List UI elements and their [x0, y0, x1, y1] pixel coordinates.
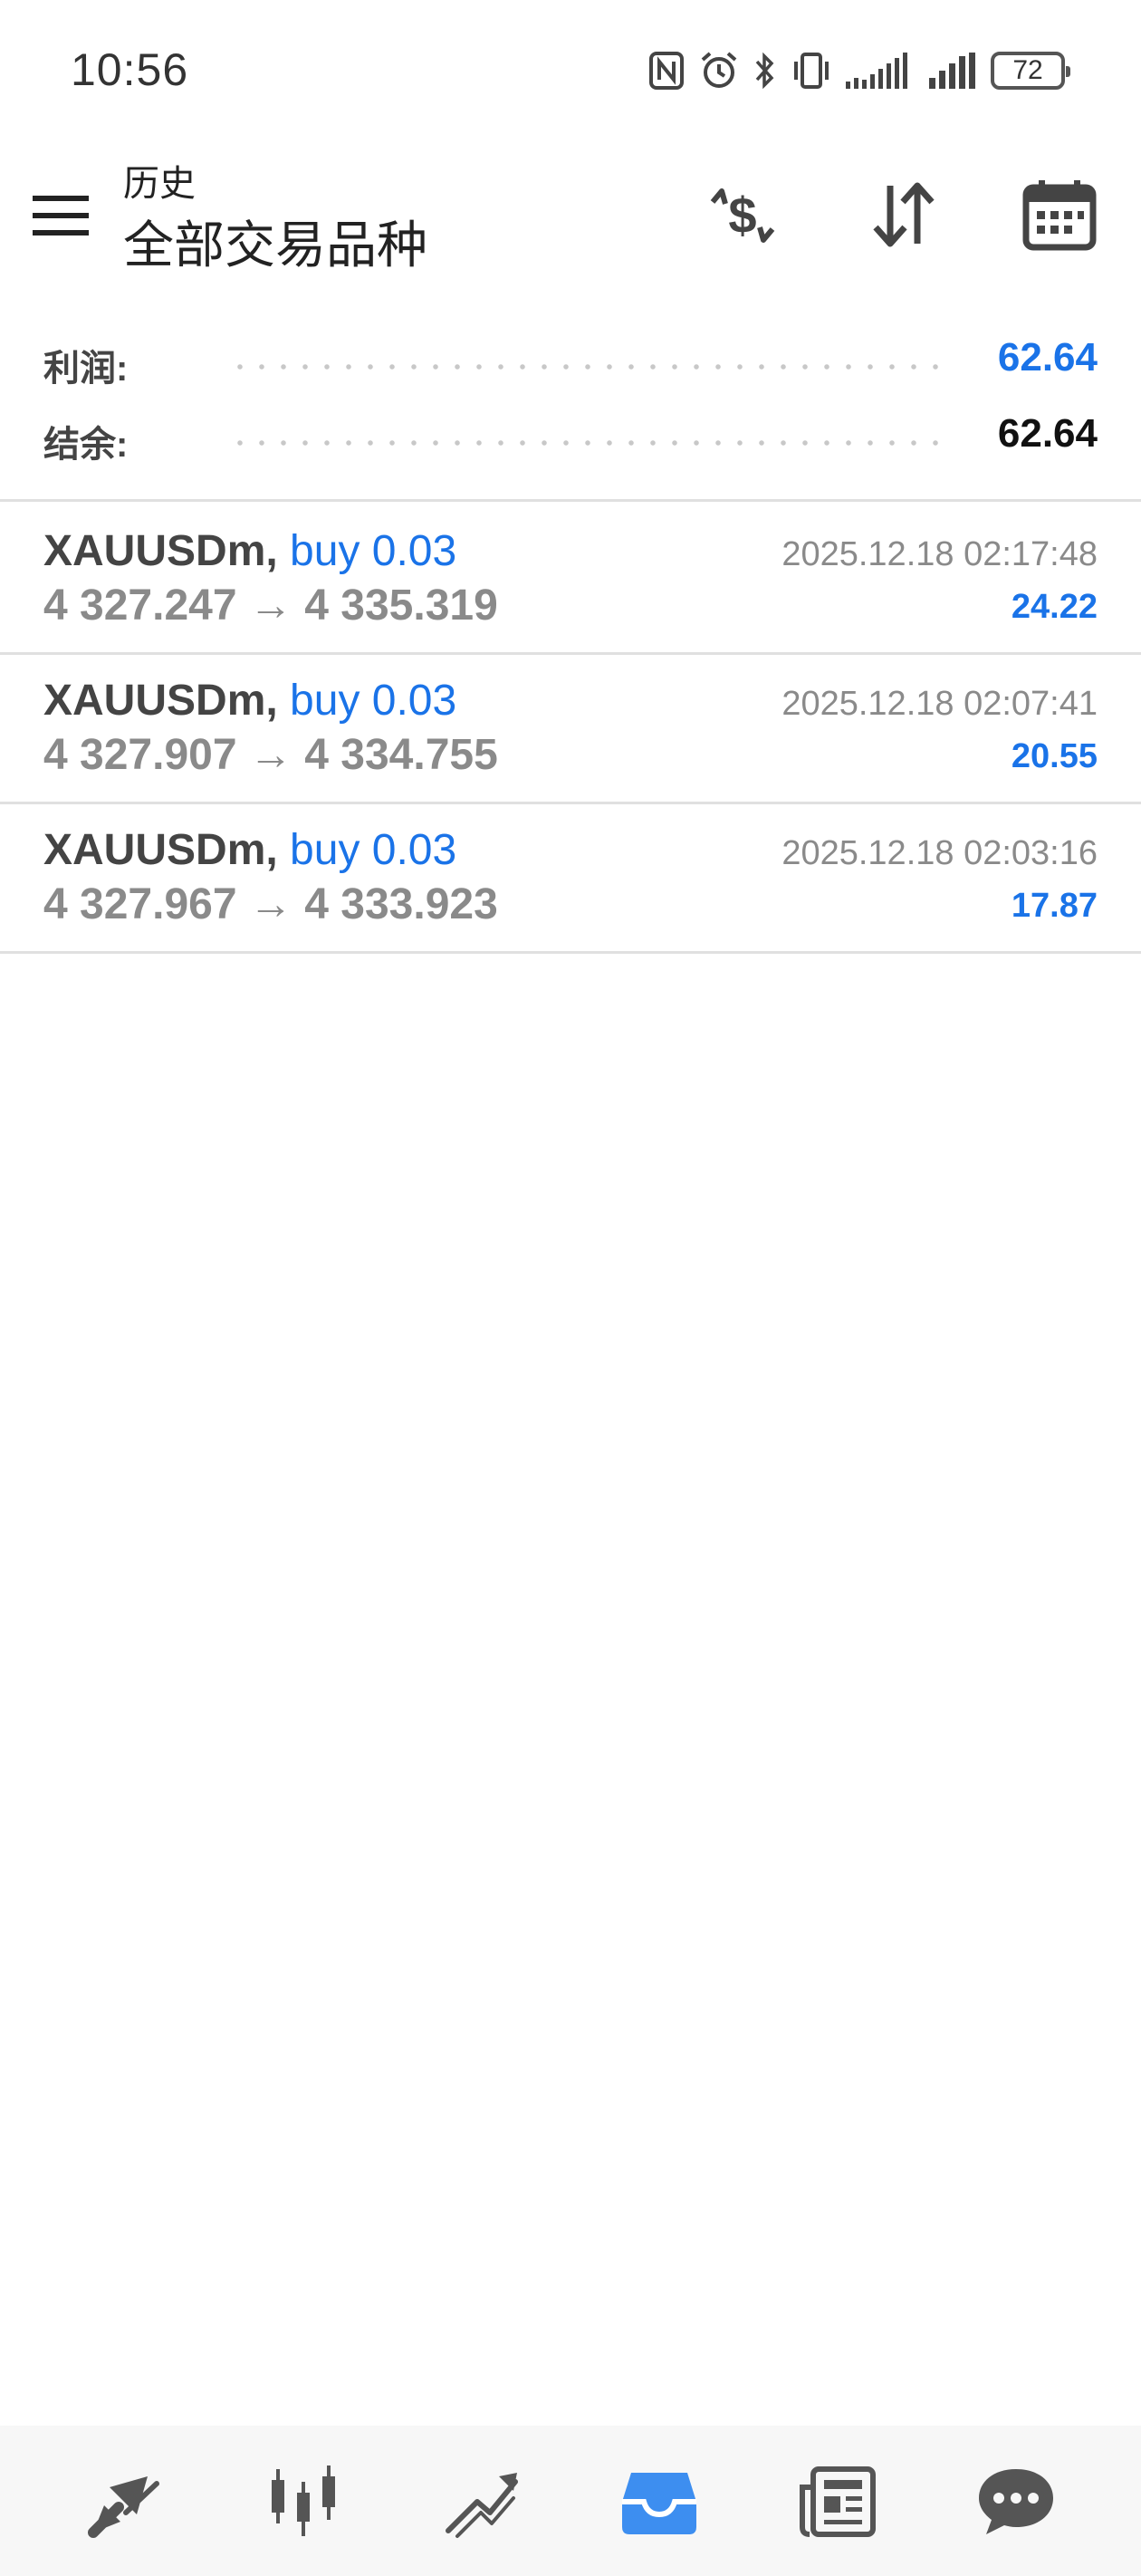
price-arrow: →: [248, 880, 292, 928]
nav-messages[interactable]: [966, 2451, 1066, 2551]
page-subtitle: 历史: [123, 164, 196, 204]
trade-row[interactable]: XAUUSDm, buy 0.03 4 327.247 → 4 335.319 …: [0, 503, 1141, 652]
divider: [0, 951, 1141, 954]
dotted-leader: [229, 364, 953, 370]
battery-level: 72: [1012, 55, 1043, 85]
trade-time: 2025.12.18 02:03:16: [781, 834, 1098, 872]
nfc-icon: [648, 51, 685, 91]
bottom-nav: [0, 2426, 1141, 2576]
trade-row[interactable]: XAUUSDm, buy 0.03 4 327.967 → 4 333.923 …: [0, 802, 1141, 951]
close-price: 4 335.319: [304, 582, 498, 630]
calendar-button[interactable]: [1014, 170, 1105, 261]
nav-news[interactable]: [788, 2451, 887, 2551]
trade-header: XAUUSDm, buy 0.03: [43, 825, 456, 875]
dotted-leader: [229, 440, 953, 446]
trade-symbol: XAUUSDm,: [43, 527, 278, 575]
close-price: 4 333.923: [304, 880, 498, 928]
price-arrow: →: [248, 731, 292, 779]
open-price: 4 327.967: [43, 880, 237, 928]
calendar-icon: [1022, 180, 1097, 251]
divider: [0, 499, 1141, 502]
trade-side: buy 0.03: [290, 826, 457, 874]
nav-chart[interactable]: [254, 2451, 353, 2551]
page-title[interactable]: 全部交易品种: [123, 205, 427, 278]
trade-prices: 4 327.247 → 4 335.319: [43, 581, 498, 630]
trade-side: buy 0.03: [290, 677, 457, 725]
trade-prices: 4 327.907 → 4 334.755: [43, 730, 498, 780]
trade-symbol: XAUUSDm,: [43, 677, 278, 725]
sort-button[interactable]: [858, 170, 949, 261]
sort-icon: [873, 182, 935, 247]
news-icon: [799, 2466, 876, 2537]
profit-summary: 利润: 62.64: [43, 332, 1098, 389]
history-icon: [622, 2473, 697, 2534]
menu-button[interactable]: [33, 190, 91, 241]
alarm-icon: [699, 51, 739, 91]
trade-symbol: XAUUSDm,: [43, 826, 278, 874]
messages-icon: [978, 2469, 1053, 2534]
hamburger-icon: [33, 196, 89, 235]
svg-text:$: $: [728, 187, 756, 244]
trade-profit: 17.87: [1011, 887, 1098, 925]
trade-header: XAUUSDm, buy 0.03: [43, 676, 456, 726]
bluetooth-icon: [753, 51, 777, 91]
nav-trade[interactable]: [432, 2451, 532, 2551]
trade-icon: [445, 2473, 518, 2538]
profit-label: 利润:: [43, 349, 129, 389]
nav-history[interactable]: [609, 2451, 709, 2551]
price-arrow: →: [248, 582, 292, 630]
trade-profit: 24.22: [1011, 588, 1098, 626]
app-header: 历史 全部交易品种 $: [0, 145, 1141, 281]
signal-icon: [846, 53, 915, 89]
open-price: 4 327.907: [43, 731, 237, 779]
balance-value: 62.64: [997, 411, 1098, 456]
trade-time: 2025.12.18 02:17:48: [781, 535, 1098, 573]
trade-side: buy 0.03: [290, 527, 457, 575]
signal-icon: [929, 53, 976, 89]
vibrate-icon: [791, 51, 831, 91]
profit-value: 62.64: [997, 335, 1098, 380]
trade-row[interactable]: XAUUSDm, buy 0.03 4 327.907 → 4 334.755 …: [0, 652, 1141, 802]
nav-quotes[interactable]: [75, 2451, 175, 2551]
chart-icon: [271, 2465, 335, 2536]
status-time: 10:56: [71, 44, 189, 95]
quotes-icon: [88, 2476, 160, 2538]
balance-summary: 结余: 62.64: [43, 408, 1098, 465]
trade-time: 2025.12.18 02:07:41: [781, 685, 1098, 723]
trade-prices: 4 327.967 → 4 333.923: [43, 879, 498, 929]
close-price: 4 334.755: [304, 731, 498, 779]
status-bar: 10:56 72: [0, 0, 1141, 145]
trade-header: XAUUSDm, buy 0.03: [43, 526, 456, 576]
status-icons: 72: [648, 47, 1070, 94]
open-price: 4 327.247: [43, 582, 237, 630]
deposit-withdraw-icon: $: [710, 187, 775, 244]
trade-profit: 20.55: [1011, 737, 1098, 775]
deposit-withdraw-button[interactable]: $: [697, 170, 788, 261]
battery-icon: 72: [991, 52, 1070, 90]
balance-label: 结余:: [43, 425, 129, 465]
